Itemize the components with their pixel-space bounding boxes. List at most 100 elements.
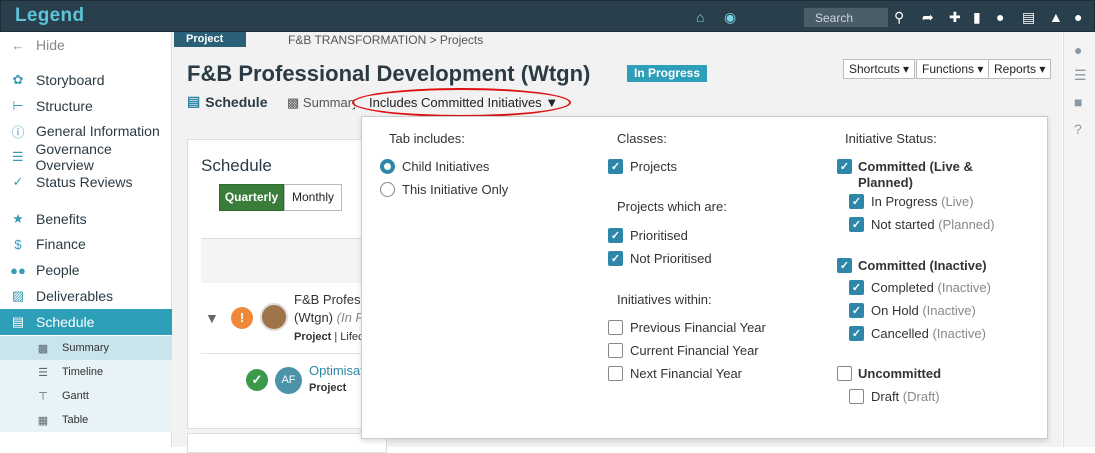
tab-summary[interactable]: ▩ Summary	[287, 95, 355, 111]
checkbox-label[interactable]: Next Financial Year	[630, 366, 742, 381]
status-label: Not started	[871, 217, 935, 232]
shortcuts-button[interactable]: Shortcuts ▾	[843, 59, 916, 79]
sidebar-item-status-reviews[interactable]: ✓ Status Reviews	[0, 169, 172, 195]
document-icon[interactable]: ▤	[1022, 9, 1035, 25]
caret-down-icon: ▾	[977, 62, 984, 76]
checkbox-committed-live[interactable]: ✓	[837, 159, 852, 174]
list-icon[interactable]: ☰	[1074, 67, 1087, 84]
page-title: F&B Professional Development (Wtgn)	[187, 61, 591, 86]
checkbox-label[interactable]: Not Prioritised	[630, 251, 712, 266]
sidebar-item-schedule[interactable]: ▤ Schedule	[0, 309, 172, 335]
sidebar-item-deliverables[interactable]: ▨ Deliverables	[0, 283, 172, 309]
sidebar-subitem-timeline[interactable]: ☰ Timeline	[0, 360, 172, 384]
table-header	[201, 238, 387, 283]
sidebar-item-storyboard[interactable]: ✿ Storyboard	[0, 67, 172, 93]
bell-icon[interactable]: ▲	[1049, 9, 1063, 25]
checkbox-label[interactable]: Projects	[630, 159, 677, 174]
checkbox-not-started[interactable]: ✓	[849, 217, 864, 232]
monthly-button[interactable]: Monthly	[284, 184, 342, 211]
checkbox-label[interactable]: Committed (Live &	[858, 159, 973, 174]
sidebar-item-label: Storyboard	[36, 72, 105, 88]
checkbox-next-fy[interactable]	[608, 366, 623, 381]
sidebar-item-label: People	[36, 262, 80, 278]
sidebar-item-finance[interactable]: $ Finance	[0, 231, 172, 257]
radio-label[interactable]: This Initiative Only	[402, 182, 508, 197]
bookmark-icon[interactable]: ▮	[973, 9, 981, 25]
chat-icon[interactable]: ●	[996, 9, 1004, 25]
highlight-ellipse	[352, 88, 571, 117]
sidebar-item-people[interactable]: ●● People	[0, 257, 172, 283]
help-icon[interactable]: ?	[1074, 121, 1082, 137]
check-icon: ✓	[12, 174, 24, 189]
checkbox-current-fy[interactable]	[608, 343, 623, 358]
radio-this-initiative-only[interactable]	[380, 182, 395, 197]
checkbox-in-progress[interactable]: ✓	[849, 194, 864, 209]
checkbox-committed-inactive[interactable]: ✓	[837, 258, 852, 273]
checkbox-on-hold[interactable]: ✓	[849, 303, 864, 318]
checkbox-label[interactable]: Committed (Inactive)	[858, 258, 987, 273]
checkbox-previous-fy[interactable]	[608, 320, 623, 335]
checkbox-label[interactable]: In Progress (Live)	[871, 194, 974, 209]
caret-down-icon: ▾	[903, 62, 910, 76]
classes-heading: Classes:	[617, 131, 667, 146]
avatar	[260, 303, 288, 331]
sidebar-subitem-gantt[interactable]: ⊤ Gantt	[0, 384, 172, 408]
radio-label[interactable]: Child Initiatives	[402, 159, 489, 174]
collapse-arrow-icon[interactable]: ▼	[205, 310, 219, 326]
checkbox-label[interactable]: Uncommitted	[858, 366, 941, 381]
reports-button[interactable]: Reports ▾	[988, 59, 1052, 79]
row-type: Project	[294, 331, 332, 343]
comment-icon[interactable]: ●	[1074, 42, 1082, 58]
radio-child-initiatives[interactable]	[380, 159, 395, 174]
card-title: Schedule	[201, 156, 272, 175]
globe-icon[interactable]: ◉	[724, 9, 736, 25]
sidebar-hide[interactable]: ← Hide	[0, 32, 172, 58]
avatar: AF	[275, 367, 302, 394]
functions-label: Functions	[922, 62, 975, 76]
checkbox-not-prioritised[interactable]: ✓	[608, 251, 623, 266]
checkbox-label[interactable]: Previous Financial Year	[630, 320, 766, 335]
row-type: Project	[309, 382, 347, 394]
share-icon[interactable]: ➦	[922, 9, 934, 25]
sidebar-subitem-table[interactable]: ▦ Table	[0, 408, 172, 432]
status-note: (Inactive)	[922, 303, 976, 318]
search-input[interactable]: Search	[803, 7, 889, 28]
sidebar-item-structure[interactable]: ⊢ Structure	[0, 93, 172, 119]
row-title[interactable]: Optimisation	[309, 363, 361, 378]
table-icon: ▦	[37, 414, 49, 427]
lock-icon[interactable]: ■	[1074, 94, 1082, 110]
status-badge: In Progress	[627, 65, 708, 82]
checkbox-label[interactable]: On Hold (Inactive)	[871, 303, 976, 318]
sidebar-item-governance-overview[interactable]: ☰ Governance Overview	[0, 141, 172, 173]
functions-button[interactable]: Functions ▾	[916, 59, 990, 79]
governance-icon: ☰	[11, 149, 24, 164]
sidebar-subitem-summary[interactable]: ▩ Summary	[0, 336, 172, 360]
checkbox-label[interactable]: Prioritised	[630, 228, 688, 243]
checkbox-label[interactable]: Completed (Inactive)	[871, 280, 991, 295]
tab-schedule[interactable]: ▤ Schedule	[187, 93, 267, 110]
checkbox-projects[interactable]: ✓	[608, 159, 623, 174]
row-meta: Project | Lifecycle	[294, 331, 362, 343]
checkbox-label[interactable]: Current Financial Year	[630, 343, 759, 358]
search-icon[interactable]: ⚲	[894, 9, 904, 25]
user-icon[interactable]: ●	[1074, 9, 1082, 25]
checkbox-cancelled[interactable]: ✓	[849, 326, 864, 341]
breadcrumb[interactable]: F&B TRANSFORMATION > Projects	[288, 33, 483, 47]
sidebar-item-benefits[interactable]: ★ Benefits	[0, 206, 172, 232]
tab-includes-heading: Tab includes:	[389, 131, 465, 146]
checkbox-label-line2[interactable]: Planned)	[858, 175, 913, 190]
checkbox-prioritised[interactable]: ✓	[608, 228, 623, 243]
quarterly-button[interactable]: Quarterly	[219, 184, 284, 211]
summary-icon: ▩	[37, 342, 49, 355]
warning-icon: !	[231, 307, 253, 329]
checkbox-completed[interactable]: ✓	[849, 280, 864, 295]
checkbox-uncommitted[interactable]	[837, 366, 852, 381]
checkbox-label[interactable]: Draft (Draft)	[871, 389, 940, 404]
home-icon[interactable]: ⌂	[696, 9, 704, 25]
row-title[interactable]: F&B Professional Development	[294, 292, 362, 307]
checkbox-label[interactable]: Cancelled (Inactive)	[871, 326, 986, 341]
checkbox-label[interactable]: Not started (Planned)	[871, 217, 995, 232]
add-icon[interactable]: ✚	[949, 9, 961, 25]
status-note: (Live)	[941, 194, 974, 209]
checkbox-draft[interactable]	[849, 389, 864, 404]
